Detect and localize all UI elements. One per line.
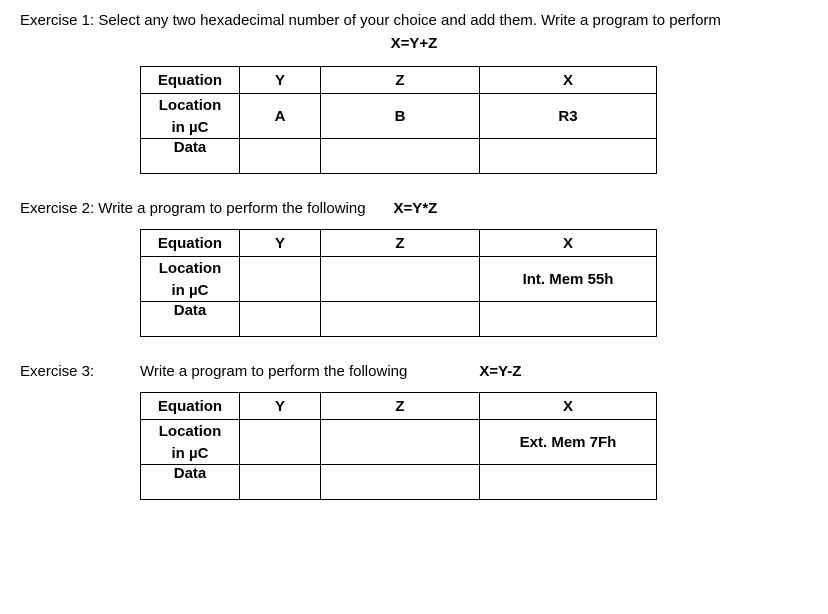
table-header-row: Equation Y Z X — [141, 230, 657, 257]
location-label-bottom: in µC — [141, 116, 240, 139]
header-x: X — [480, 230, 657, 257]
header-y: Y — [240, 393, 321, 420]
data-z — [321, 465, 480, 500]
location-x: Ext. Mem 7Fh — [480, 420, 657, 465]
exercise1-title: Exercise 1: Select any two hexadecimal n… — [20, 10, 808, 31]
location-z — [321, 420, 480, 465]
exercise1-table: Equation Y Z X Location A B R3 in µC Dat… — [140, 66, 657, 174]
exercise3-text: Write a program to perform the following — [140, 363, 407, 380]
location-y — [240, 257, 321, 302]
exercise1-text: Select any two hexadecimal number of you… — [98, 12, 721, 29]
data-label: Data — [141, 465, 240, 500]
exercise2-equation: X=Y*Z — [394, 200, 438, 217]
data-x — [480, 302, 657, 337]
exercise1-prefix: Exercise 1: — [20, 12, 98, 29]
header-z: Z — [321, 230, 480, 257]
header-equation: Equation — [141, 67, 240, 94]
table-data-row: Data — [141, 465, 657, 500]
table-header-row: Equation Y Z X — [141, 393, 657, 420]
data-label: Data — [141, 139, 240, 174]
exercise2-text: Write a program to perform the following — [98, 200, 365, 217]
location-label-top: Location — [141, 94, 240, 117]
header-z: Z — [321, 393, 480, 420]
header-y: Y — [240, 67, 321, 94]
table-location-row: Location Ext. Mem 7Fh — [141, 420, 657, 443]
data-z — [321, 302, 480, 337]
header-equation: Equation — [141, 393, 240, 420]
data-x — [480, 465, 657, 500]
location-x: Int. Mem 55h — [480, 257, 657, 302]
data-label: Data — [141, 302, 240, 337]
data-y — [240, 302, 321, 337]
exercise1-equation: X=Y+Z — [20, 35, 808, 52]
table-location-row: Location A B R3 — [141, 94, 657, 117]
location-x: R3 — [480, 94, 657, 139]
exercise2-table: Equation Y Z X Location Int. Mem 55h in … — [140, 229, 657, 337]
header-x: X — [480, 67, 657, 94]
header-equation: Equation — [141, 230, 240, 257]
data-x — [480, 139, 657, 174]
location-label-top: Location — [141, 420, 240, 443]
location-z — [321, 257, 480, 302]
location-z: B — [321, 94, 480, 139]
table-data-row: Data — [141, 139, 657, 174]
header-x: X — [480, 393, 657, 420]
data-z — [321, 139, 480, 174]
table-header-row: Equation Y Z X — [141, 67, 657, 94]
exercise3-table: Equation Y Z X Location Ext. Mem 7Fh in … — [140, 392, 657, 500]
location-y — [240, 420, 321, 465]
table-data-row: Data — [141, 302, 657, 337]
exercise2-prefix: Exercise 2: — [20, 200, 94, 217]
exercise2-title: Exercise 2: Write a program to perform t… — [20, 200, 808, 217]
data-y — [240, 465, 321, 500]
location-label-top: Location — [141, 257, 240, 280]
table-location-row: Location Int. Mem 55h — [141, 257, 657, 280]
header-y: Y — [240, 230, 321, 257]
location-label-bottom: in µC — [141, 279, 240, 302]
exercise3-equation: X=Y-Z — [479, 363, 521, 380]
exercise3-prefix: Exercise 3: — [20, 363, 140, 380]
location-y: A — [240, 94, 321, 139]
exercise3-title: Exercise 3: Write a program to perform t… — [20, 363, 808, 380]
header-z: Z — [321, 67, 480, 94]
data-y — [240, 139, 321, 174]
location-label-bottom: in µC — [141, 442, 240, 465]
